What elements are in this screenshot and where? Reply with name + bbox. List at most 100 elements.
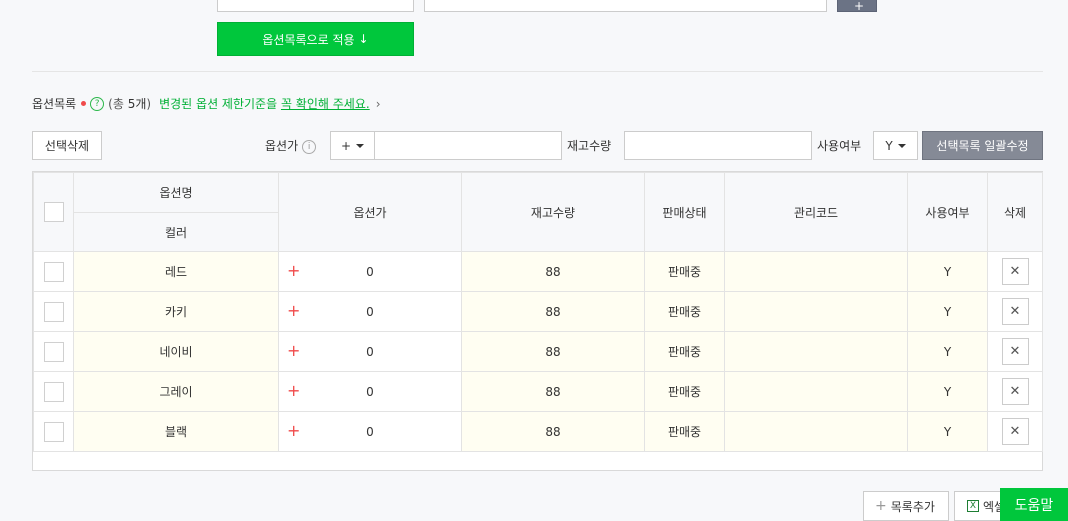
plus-icon: +	[287, 381, 301, 400]
delete-row-button[interactable]: ✕	[1001, 298, 1029, 325]
close-icon: ✕	[1009, 264, 1021, 279]
add-list-button[interactable]: + 목록추가	[863, 491, 949, 521]
arrow-down-icon: ↓	[358, 32, 369, 46]
row-select-cell	[33, 371, 74, 412]
delete-row-button[interactable]: ✕	[1001, 258, 1029, 285]
plus-icon: +	[287, 421, 301, 440]
apply-to-option-list-button[interactable]: 옵션목록으로 적용 ↓	[217, 22, 414, 56]
option-name-input[interactable]	[217, 0, 414, 12]
cell-delete: ✕	[987, 251, 1043, 292]
table-row: 네이비 +0 88 판매중 Y ✕	[33, 331, 1043, 372]
delete-row-button[interactable]: ✕	[1001, 378, 1029, 405]
cell-status[interactable]: 판매중	[644, 411, 725, 452]
option-count: (총 5개)	[108, 97, 152, 111]
row-checkbox[interactable]	[43, 261, 64, 282]
table-row: 블랙 +0 88 판매중 Y ✕	[33, 411, 1043, 452]
chevron-right-icon: ›	[375, 96, 381, 111]
notice-link[interactable]: 변경된 옵션 제한기준을 꼭 확인해 주세요.	[159, 95, 370, 112]
price-input[interactable]	[374, 131, 562, 160]
header-option-name: 옵션명	[73, 172, 279, 213]
header-price: 옵션가	[278, 172, 462, 252]
header-delete: 삭제	[987, 172, 1043, 252]
row-select-cell	[33, 411, 74, 452]
cell-delete: ✕	[987, 291, 1043, 332]
select-all-checkbox[interactable]	[43, 202, 64, 222]
stock-input[interactable]	[624, 131, 812, 160]
cell-status[interactable]: 판매중	[644, 291, 725, 332]
cell-status[interactable]: 판매중	[644, 371, 725, 412]
cell-status[interactable]: 판매중	[644, 331, 725, 372]
apply-button-label: 옵션목록으로 적용	[262, 32, 355, 47]
option-value-input[interactable]	[424, 0, 827, 12]
cell-code[interactable]	[724, 411, 908, 452]
row-select-cell	[33, 251, 74, 292]
price-sign-select[interactable]: +	[330, 131, 375, 160]
cell-stock[interactable]: 88	[461, 411, 645, 452]
cell-code[interactable]	[724, 291, 908, 332]
help-icon[interactable]: ?	[90, 96, 105, 111]
delete-row-button[interactable]: ✕	[1001, 418, 1029, 445]
cell-stock[interactable]: 88	[461, 331, 645, 372]
required-dot-icon	[81, 101, 87, 106]
cell-usage[interactable]: Y	[907, 291, 988, 332]
cell-status[interactable]: 판매중	[644, 251, 725, 292]
cell-price[interactable]: +0	[278, 371, 462, 412]
cell-price[interactable]: +0	[278, 411, 462, 452]
row-checkbox[interactable]	[43, 301, 64, 322]
cell-stock[interactable]: 88	[461, 371, 645, 412]
cell-delete: ✕	[987, 411, 1043, 452]
cell-delete: ✕	[987, 371, 1043, 412]
cell-color: 블랙	[73, 411, 279, 452]
cell-price[interactable]: +0	[278, 251, 462, 292]
plus-icon: +	[287, 301, 301, 320]
header-code: 관리코드	[724, 172, 908, 252]
option-list-header: 옵션목록 ? (총 5개) 변경된 옵션 제한기준을 꼭 확인해 주세요. ›	[32, 95, 381, 112]
plus-icon: +	[875, 498, 887, 514]
bulk-edit-button[interactable]: 선택목록 일괄수정	[922, 131, 1043, 160]
delete-row-button[interactable]: ✕	[1001, 338, 1029, 365]
delete-selected-button[interactable]: 선택삭제	[32, 131, 102, 160]
select-all-cell	[33, 172, 74, 252]
add-option-button[interactable]: +	[837, 0, 877, 13]
info-icon[interactable]: i	[302, 139, 317, 154]
section-divider	[32, 71, 1043, 72]
caret-down-icon	[897, 143, 906, 148]
table-row: 카키 +0 88 판매중 Y ✕	[33, 291, 1043, 332]
plus-icon: +	[287, 341, 301, 360]
row-checkbox[interactable]	[43, 381, 64, 402]
cell-code[interactable]	[724, 331, 908, 372]
close-icon: ✕	[1009, 424, 1021, 439]
table-row: 그레이 +0 88 판매중 Y ✕	[33, 371, 1043, 412]
cell-usage[interactable]: Y	[907, 331, 988, 372]
plus-icon: +	[287, 261, 301, 280]
cell-color: 레드	[73, 251, 279, 292]
cell-color: 그레이	[73, 371, 279, 412]
row-checkbox[interactable]	[43, 421, 64, 442]
cell-price[interactable]: +0	[278, 331, 462, 372]
help-button[interactable]: 도움말	[1000, 488, 1068, 521]
caret-down-icon	[356, 143, 365, 148]
cell-stock[interactable]: 88	[461, 251, 645, 292]
cell-usage[interactable]: Y	[907, 251, 988, 292]
row-select-cell	[33, 331, 74, 372]
stock-label: 재고수량	[567, 139, 612, 153]
header-usage: 사용여부	[907, 172, 988, 252]
cell-usage[interactable]: Y	[907, 411, 988, 452]
row-checkbox[interactable]	[43, 341, 64, 362]
cell-stock[interactable]: 88	[461, 291, 645, 332]
price-label: 옵션가 i	[265, 137, 317, 154]
usage-select[interactable]: Y	[873, 131, 918, 160]
cell-code[interactable]	[724, 251, 908, 292]
close-icon: ✕	[1009, 344, 1021, 359]
table-row: 레드 +0 88 판매중 Y ✕	[33, 251, 1043, 292]
cell-usage[interactable]: Y	[907, 371, 988, 412]
cell-delete: ✕	[987, 331, 1043, 372]
excel-icon: X	[967, 500, 979, 512]
header-stock: 재고수량	[461, 172, 645, 252]
cell-code[interactable]	[724, 371, 908, 412]
cell-price[interactable]: +0	[278, 291, 462, 332]
header-color: 컬러	[73, 212, 279, 252]
usage-label: 사용여부	[817, 139, 862, 153]
row-select-cell	[33, 291, 74, 332]
option-table: 옵션명 옵션가 재고수량 판매상태 관리코드 사용여부 삭제 컬러 레드 +0 88…	[32, 171, 1043, 471]
